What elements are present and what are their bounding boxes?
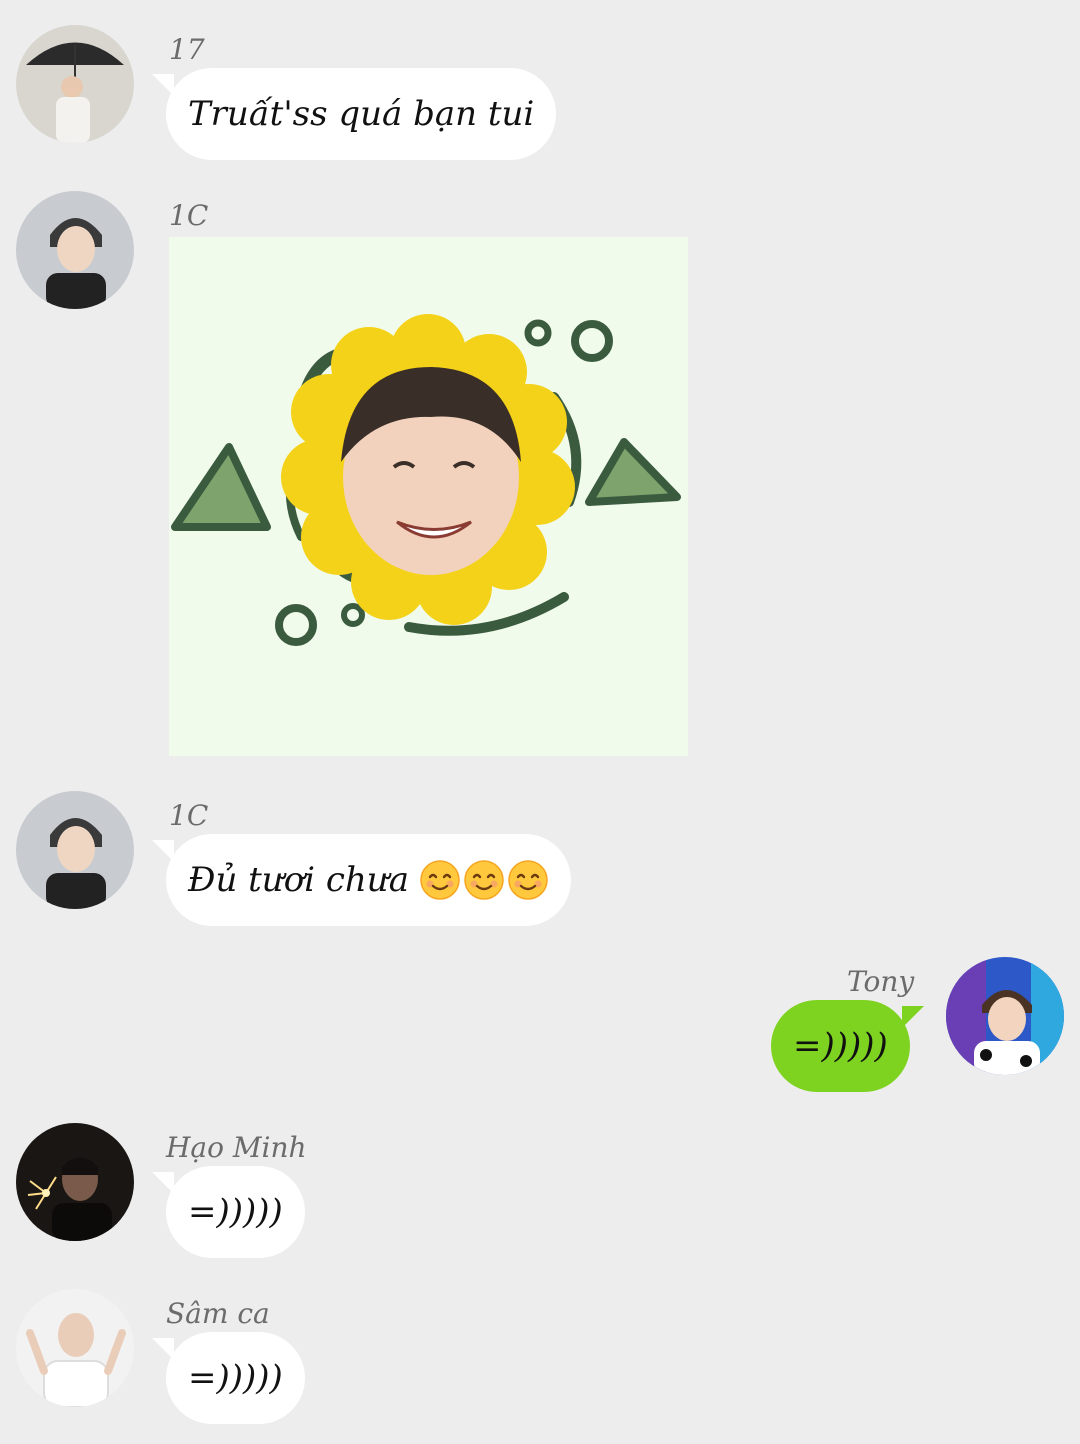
sender-name: 17 [169,33,205,66]
smiling-face-emoji [508,860,548,900]
message-text: =))))) [793,1026,888,1066]
sender-name: Sâm ca [166,1297,270,1330]
sunflower-face-sticker[interactable] [169,237,688,756]
sender-name: 1C [169,799,209,832]
avatar[interactable] [16,1289,134,1407]
message-bubble[interactable]: =))))) [152,1332,305,1424]
smiling-face-emoji [464,860,504,900]
emoji-group [419,859,549,901]
avatar[interactable] [16,25,134,143]
sender-name: Hạo Minh [166,1131,307,1164]
message-bubble[interactable]: =))))) [771,1000,924,1092]
avatar[interactable] [16,791,134,909]
message-bubble[interactable]: =))))) [152,1166,305,1258]
avatar[interactable] [946,957,1064,1075]
message-bubble[interactable]: Đủ tươi chưa [152,834,571,926]
avatar[interactable] [16,191,134,309]
message-bubble[interactable]: Truất'ss quá bạn tui [151,68,557,160]
avatar[interactable] [16,1123,134,1241]
smiling-face-emoji [420,860,460,900]
sender-name: Tony [847,965,915,998]
message-text: Đủ tươi chưa [188,860,409,900]
message-text: Truất'ss quá bạn tui [188,94,535,134]
sender-name: 1C [169,199,209,232]
message-text: =))))) [188,1358,283,1398]
message-text: =))))) [188,1192,283,1232]
